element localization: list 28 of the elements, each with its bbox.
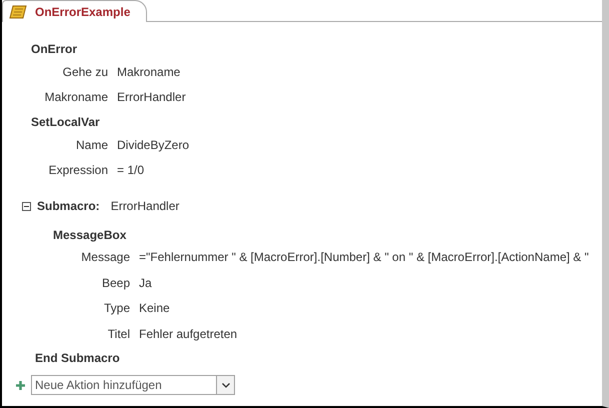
argument-label: Name: [74, 137, 108, 154]
collapse-icon[interactable]: [22, 202, 31, 210]
argument-value[interactable]: Ja: [139, 274, 152, 300]
action-name[interactable]: OnError: [31, 41, 602, 64]
argument-label: Type: [102, 300, 130, 317]
argument-value[interactable]: DivideByZero: [117, 137, 190, 162]
argument-label: Makroname: [44, 89, 108, 106]
submacro-label: Submacro:: [37, 199, 100, 213]
argument-value[interactable]: Makroname: [117, 64, 180, 89]
caret-icon: [222, 382, 230, 388]
argument-value[interactable]: ="Fehlernummer " & [MacroError].[Number] & " on " & [MacroError].[ActionName] & ": [139, 249, 589, 274]
plus-icon[interactable]: [16, 380, 25, 390]
argument-value[interactable]: ErrorHandler: [117, 89, 186, 114]
action-name[interactable]: SetLocalVar: [31, 114, 602, 137]
end-submacro-label: End Submacro: [35, 351, 121, 367]
argument-label: Expression: [48, 162, 108, 179]
scroll-icon: [9, 4, 27, 18]
argument-label: Gehe zu: [62, 64, 108, 81]
argument-value[interactable]: = 1/0: [117, 162, 144, 187]
argument-label: Message: [80, 249, 130, 266]
action-name[interactable]: MessageBox: [53, 227, 602, 249]
argument-label: Titel: [106, 326, 130, 342]
submacro-name[interactable]: ErrorHandler: [110, 199, 180, 213]
document-tab[interactable]: OnErrorExample: [2, 0, 148, 22]
argument-label: Beep: [100, 274, 130, 292]
argument-value[interactable]: Keine: [139, 300, 170, 326]
argument-value[interactable]: Fehler aufgetreten: [139, 326, 238, 351]
add-action-dropdown[interactable]: Neue Aktion hinzufügen: [31, 375, 235, 395]
